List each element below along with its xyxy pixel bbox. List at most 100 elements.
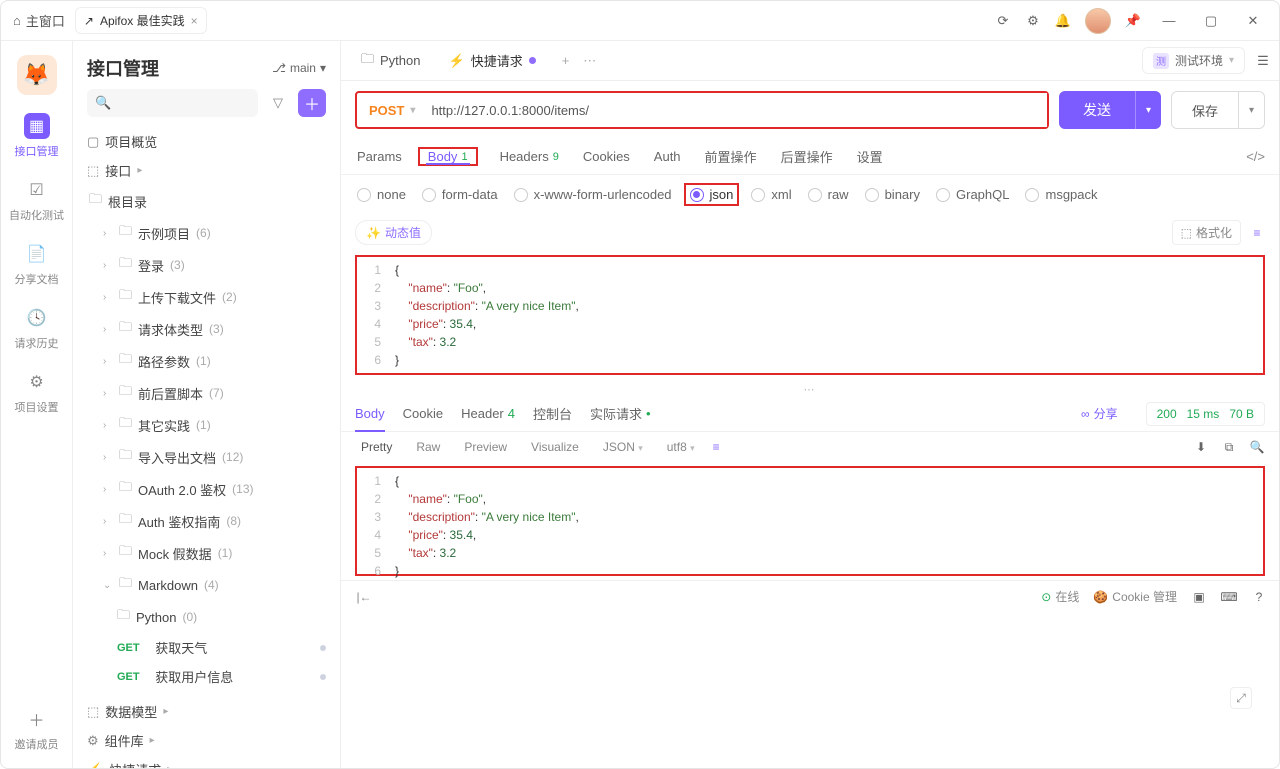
search-input[interactable]: 🔍 bbox=[87, 89, 258, 117]
terminal-icon[interactable]: ▣ bbox=[1191, 589, 1207, 605]
resp-header[interactable]: Header4 bbox=[461, 396, 515, 431]
view-visualize[interactable]: Visualize bbox=[525, 438, 585, 456]
response-body-editor[interactable]: 123456 { "name": "Foo", "description": "… bbox=[355, 466, 1265, 576]
download-icon[interactable]: ⬇ bbox=[1193, 439, 1209, 455]
shortcut-icon[interactable]: ⌨ bbox=[1221, 589, 1237, 605]
tree-folder[interactable]: ›🗀Mock 假数据 (1) bbox=[79, 537, 334, 569]
save-dropdown[interactable]: ▾ bbox=[1239, 91, 1265, 129]
bt-json[interactable]: json bbox=[690, 187, 734, 202]
bt-none[interactable]: none bbox=[357, 187, 406, 202]
bt-graphql[interactable]: GraphQL bbox=[936, 187, 1009, 202]
maximize-icon[interactable]: ▢ bbox=[1197, 11, 1225, 31]
tree-folder[interactable]: ›🗀OAuth 2.0 鉴权 (13) bbox=[79, 473, 334, 505]
rtab-body[interactable]: Body1 bbox=[426, 149, 470, 164]
tab-more-icon[interactable]: ⋯ bbox=[583, 53, 596, 69]
view-raw[interactable]: Raw bbox=[410, 438, 446, 456]
bt-raw[interactable]: raw bbox=[808, 187, 849, 202]
tree-folder[interactable]: ›🗀示例项目 (6) bbox=[79, 217, 334, 249]
avatar[interactable] bbox=[1085, 8, 1111, 34]
copy-icon[interactable]: ⧉ bbox=[1221, 439, 1237, 455]
bt-xml[interactable]: xml bbox=[751, 187, 791, 202]
tree-models[interactable]: ⬚数据模型▸ bbox=[79, 697, 334, 726]
tree-folder[interactable]: ⌄🗀Markdown (4) bbox=[79, 569, 334, 601]
app-logo[interactable]: 🦊 bbox=[17, 55, 57, 95]
save-button[interactable]: 保存 bbox=[1171, 91, 1239, 129]
method-selector[interactable]: POST▾ bbox=[357, 103, 427, 118]
wrap-icon[interactable]: ≡ bbox=[1249, 225, 1265, 241]
tree-folder[interactable]: ›🗀Auth 鉴权指南 (8) bbox=[79, 505, 334, 537]
tree-folder[interactable]: ›🗀登录 (3) bbox=[79, 249, 334, 281]
tree-overview[interactable]: ▢项目概览 bbox=[79, 127, 334, 156]
rail-automation[interactable]: ☑自动化测试 bbox=[9, 177, 64, 223]
help-icon[interactable]: ? bbox=[1251, 589, 1267, 605]
collapse-icon[interactable]: |← bbox=[353, 586, 375, 608]
rail-docs[interactable]: 📄分享文档 bbox=[15, 241, 59, 287]
format-button[interactable]: ⬚格式化 bbox=[1172, 220, 1241, 245]
minimize-icon[interactable]: — bbox=[1155, 11, 1183, 31]
code-icon[interactable]: </> bbox=[1246, 149, 1265, 164]
close-tab-icon[interactable]: × bbox=[191, 14, 198, 28]
expand-button[interactable]: ⤢ bbox=[1230, 687, 1252, 709]
rtab-post[interactable]: 后置操作 bbox=[779, 139, 835, 174]
rtab-auth[interactable]: Auth bbox=[652, 139, 683, 174]
tree-endpoint[interactable]: GET 获取天气 bbox=[79, 633, 334, 662]
wrap-icon[interactable]: ≡ bbox=[713, 440, 720, 454]
dynamic-values-button[interactable]: ✨动态值 bbox=[355, 220, 432, 245]
tree-python[interactable]: 🗀Python (0) bbox=[79, 601, 334, 633]
request-body-editor[interactable]: 123456 { "name": "Foo", "description": "… bbox=[355, 255, 1265, 375]
tree-folder[interactable]: ›🗀路径参数 (1) bbox=[79, 345, 334, 377]
settings-icon[interactable]: ⚙ bbox=[1025, 13, 1041, 29]
bt-formdata[interactable]: form-data bbox=[422, 187, 498, 202]
send-dropdown[interactable]: ▾ bbox=[1135, 91, 1161, 129]
bt-msgpack[interactable]: msgpack bbox=[1025, 187, 1097, 202]
view-pretty[interactable]: Pretty bbox=[355, 438, 398, 456]
rtab-settings[interactable]: 设置 bbox=[855, 139, 885, 174]
tree-folder[interactable]: ›🗀其它实践 (1) bbox=[79, 409, 334, 441]
title-tab[interactable]: ↗ Apifox 最佳实践 × bbox=[75, 7, 207, 34]
tree-folder[interactable]: ›🗀导入导出文档 (12) bbox=[79, 441, 334, 473]
bell-icon[interactable]: 🔔 bbox=[1055, 13, 1071, 29]
bt-urlencoded[interactable]: x-www-form-urlencoded bbox=[514, 187, 672, 202]
tree-components[interactable]: ⚙组件库▸ bbox=[79, 726, 334, 755]
url-input[interactable] bbox=[427, 93, 1047, 127]
rtab-pre[interactable]: 前置操作 bbox=[703, 139, 759, 174]
splitter[interactable]: ⋯ bbox=[341, 383, 1279, 396]
filter-button[interactable]: ▽ bbox=[264, 89, 292, 117]
branch-selector[interactable]: ⎇main▾ bbox=[272, 61, 326, 75]
search-response-icon[interactable]: 🔍 bbox=[1249, 439, 1265, 455]
tree-endpoint[interactable]: GET 获取用户信息 bbox=[79, 662, 334, 691]
resp-console[interactable]: 控制台 bbox=[533, 396, 572, 431]
tree-root[interactable]: 🗀根目录 bbox=[79, 185, 334, 217]
tree-quickreq[interactable]: ⚡快捷请求▸ bbox=[79, 755, 334, 768]
tree-folder[interactable]: ›🗀请求体类型 (3) bbox=[79, 313, 334, 345]
rail-invite[interactable]: ＋邀请成员 bbox=[15, 706, 59, 752]
view-preview[interactable]: Preview bbox=[458, 438, 513, 456]
rail-api[interactable]: ▦接口管理 bbox=[15, 113, 59, 159]
rail-history[interactable]: 🕓请求历史 bbox=[15, 305, 59, 351]
rtab-cookies[interactable]: Cookies bbox=[581, 139, 632, 174]
resp-cookie[interactable]: Cookie bbox=[403, 396, 443, 431]
new-tab-button[interactable]: + bbox=[562, 53, 570, 69]
tree-folder[interactable]: ›🗀前后置脚本 (7) bbox=[79, 377, 334, 409]
send-button[interactable]: 发送 bbox=[1059, 91, 1135, 129]
home-button[interactable]: ⌂ 主窗口 bbox=[13, 11, 65, 30]
refresh-icon[interactable]: ⟳ bbox=[995, 13, 1011, 29]
rtab-params[interactable]: Params bbox=[355, 139, 404, 174]
bt-binary[interactable]: binary bbox=[865, 187, 920, 202]
menu-icon[interactable]: ☰ bbox=[1255, 53, 1271, 69]
cookie-manage[interactable]: 🍪Cookie 管理 bbox=[1093, 588, 1177, 605]
rail-settings[interactable]: ⚙项目设置 bbox=[15, 369, 59, 415]
resp-actual[interactable]: 实际请求• bbox=[590, 396, 651, 431]
online-status[interactable]: ⊙在线 bbox=[1041, 588, 1079, 605]
close-window-icon[interactable]: ✕ bbox=[1239, 11, 1267, 31]
tree-interface[interactable]: ⬚接口▸ bbox=[79, 156, 334, 185]
tree-folder[interactable]: ›🗀上传下载文件 (2) bbox=[79, 281, 334, 313]
resp-body[interactable]: Body bbox=[355, 396, 385, 431]
tab-python[interactable]: 🗀Python bbox=[349, 41, 433, 80]
share-button[interactable]: ∞分享 bbox=[1081, 405, 1118, 422]
rtab-headers[interactable]: Headers9 bbox=[498, 139, 561, 174]
format-json[interactable]: JSON ▾ bbox=[597, 438, 649, 456]
env-selector[interactable]: 测测试环境▾ bbox=[1142, 47, 1245, 74]
encoding[interactable]: utf8 ▾ bbox=[661, 438, 701, 456]
add-button[interactable]: ＋ bbox=[298, 89, 326, 117]
